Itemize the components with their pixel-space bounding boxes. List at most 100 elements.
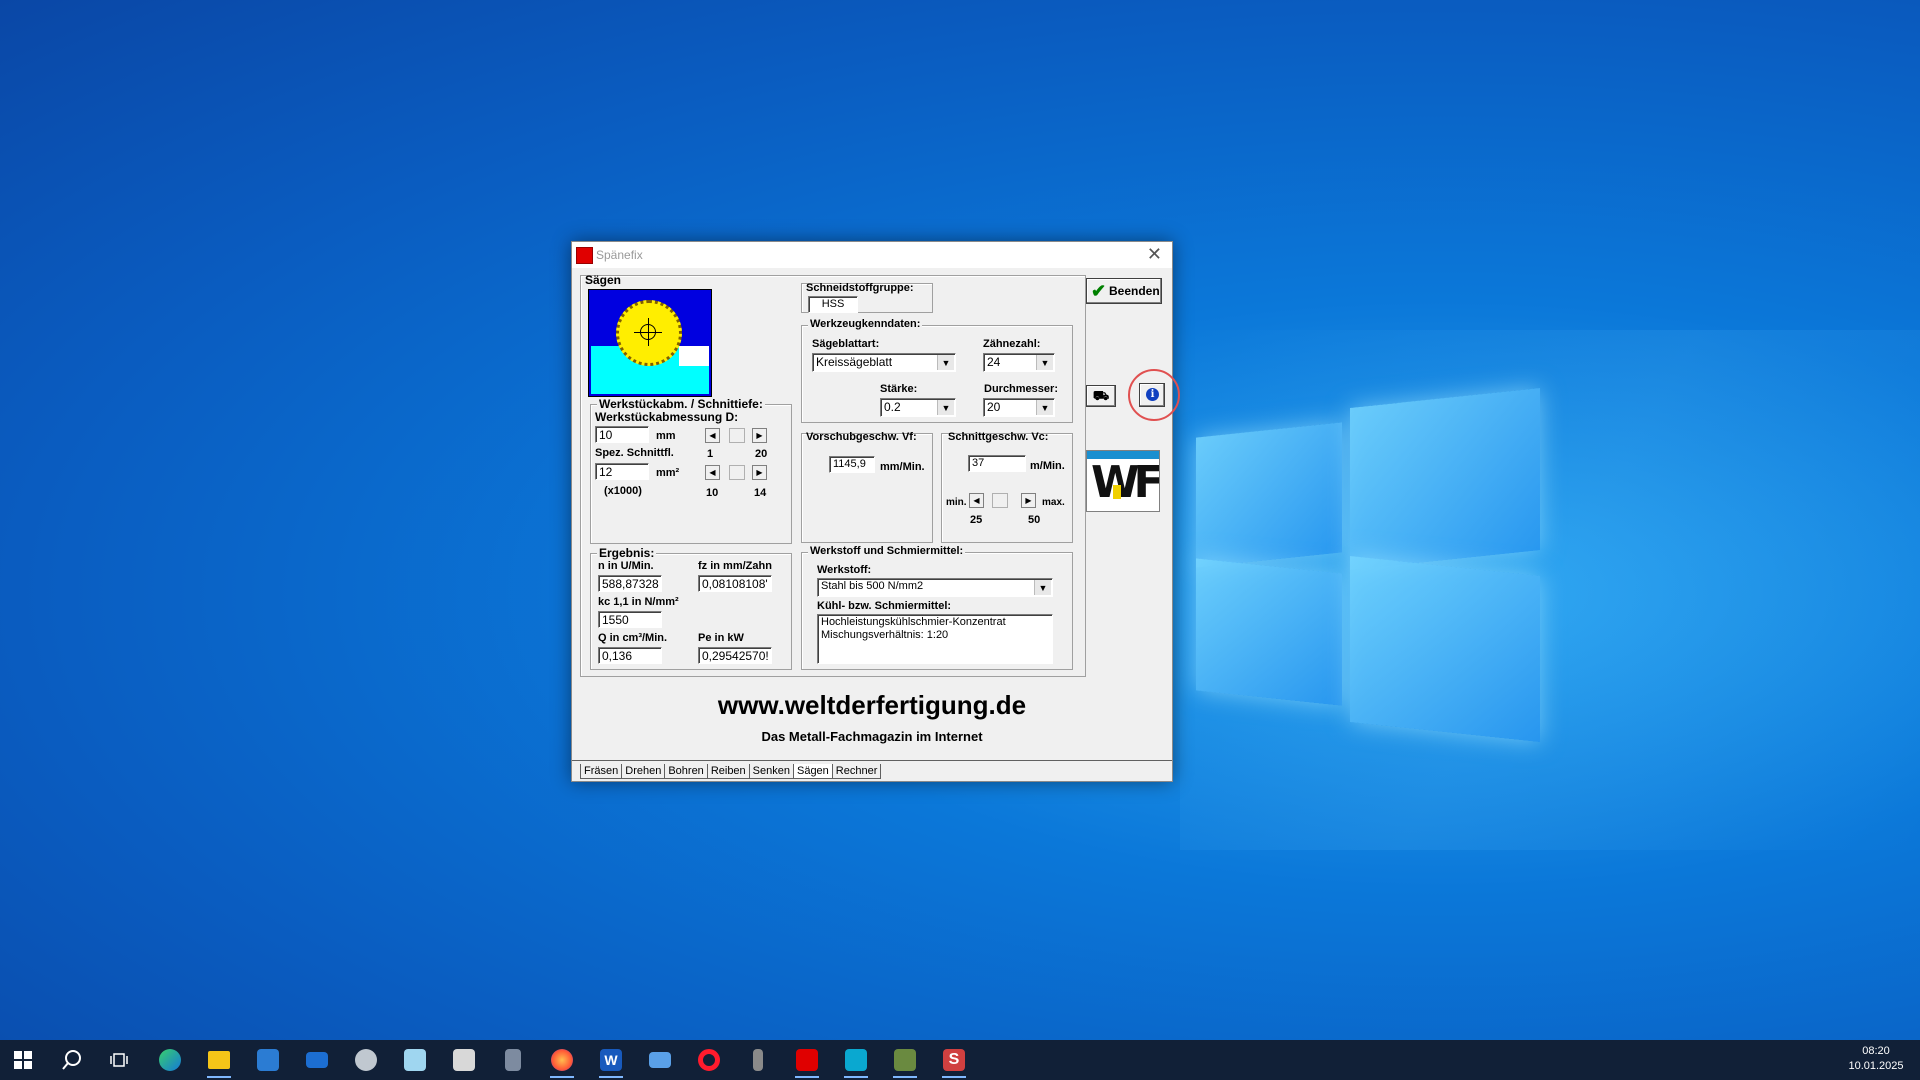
q-label: Q in cm³/Min. xyxy=(598,632,668,644)
staerke-dropdown[interactable]: 0.2 ▼ xyxy=(880,398,956,417)
scroll-left-icon[interactable]: ◀ xyxy=(969,493,984,508)
werkstoff-dropdown[interactable]: Stahl bis 500 N/mm2 ▼ xyxy=(817,578,1053,597)
photo-icon[interactable] xyxy=(888,1044,922,1078)
paint-icon[interactable] xyxy=(349,1044,383,1076)
zaehnezahl-dropdown[interactable]: 24 ▼ xyxy=(983,353,1055,372)
car-icon: ⛟ xyxy=(1092,388,1110,403)
pe-output: 0,29542570! xyxy=(698,647,772,664)
dim-max: 20 xyxy=(755,448,768,460)
dim-unit: mm xyxy=(656,430,676,442)
tab-senken[interactable]: Senken xyxy=(748,764,793,779)
scroll-left-icon[interactable]: ◀ xyxy=(705,428,720,443)
close-button[interactable]: ✕ xyxy=(1147,244,1162,265)
spez-input[interactable]: 12 xyxy=(595,463,649,480)
schneidstoff-label: Schneidstoffgruppe: xyxy=(806,282,914,294)
spez-min: 10 xyxy=(706,487,719,499)
word-icon[interactable]: W xyxy=(594,1044,628,1078)
schnitt-min-label: min. xyxy=(946,497,967,508)
schnitt-label: Schnittgeschw. Vc: xyxy=(948,431,1049,443)
scroll-right-icon[interactable]: ▶ xyxy=(752,465,767,480)
saegen-label: Sägen xyxy=(585,273,622,287)
brand-tagline: Das Metall-Fachmagazin im Internet xyxy=(761,729,983,744)
brand-url[interactable]: www.weltderfertigung.de xyxy=(572,690,1172,721)
beenden-button[interactable]: ✔ Beenden xyxy=(1086,278,1162,304)
kc-output: 1550 xyxy=(598,611,662,628)
scroll-left-icon[interactable]: ◀ xyxy=(705,465,720,480)
tab-bohren[interactable]: Bohren xyxy=(664,764,707,779)
schnitt-input[interactable]: 37 xyxy=(968,455,1026,472)
app-icon xyxy=(576,247,593,264)
title-bar[interactable]: Spänefix ✕ xyxy=(572,242,1172,268)
checkmark-icon: ✔ xyxy=(1091,281,1107,301)
saw-illustration xyxy=(588,289,712,397)
tab-saegen[interactable]: Sägen xyxy=(792,764,832,779)
spez-factor: (x1000) xyxy=(604,485,642,497)
n-label: n in U/Min. xyxy=(598,560,654,572)
chevron-down-icon[interactable]: ▼ xyxy=(937,355,954,370)
chevron-down-icon[interactable]: ▼ xyxy=(1036,400,1053,415)
folder-icon[interactable] xyxy=(643,1044,677,1076)
wf-logo: WF xyxy=(1086,450,1160,512)
clock[interactable]: 08:20 10.01.2025 xyxy=(1846,1044,1906,1074)
scroll-thumb[interactable] xyxy=(729,465,745,480)
q-output: 0,136 xyxy=(598,647,662,664)
zaehnezahl-label: Zähnezahl: xyxy=(983,338,1041,350)
mail-icon[interactable] xyxy=(300,1044,334,1076)
saegeblattart-dropdown[interactable]: Kreissägeblatt ▼ xyxy=(812,353,956,372)
scroll-thumb[interactable] xyxy=(992,493,1008,508)
start-icon[interactable] xyxy=(6,1044,40,1076)
tab-drehen[interactable]: Drehen xyxy=(621,764,665,779)
scroll-right-icon[interactable]: ▶ xyxy=(752,428,767,443)
dim-min: 1 xyxy=(707,448,714,460)
vorschub-unit: mm/Min. xyxy=(880,461,925,473)
opera-icon[interactable] xyxy=(692,1044,726,1076)
tab-rechner[interactable]: Rechner xyxy=(831,764,882,779)
tab-fraesen[interactable]: Fräsen xyxy=(580,764,622,779)
spez-max: 14 xyxy=(754,487,767,499)
tab-strip: Fräsen Drehen Bohren Reiben Senken Sägen Rechn… xyxy=(580,761,882,779)
usb-icon[interactable] xyxy=(741,1044,775,1076)
schnitt-max-value: 50 xyxy=(1028,514,1041,526)
scroll-thumb[interactable] xyxy=(729,428,745,443)
printer-icon[interactable] xyxy=(447,1044,481,1076)
search-icon[interactable] xyxy=(55,1044,89,1076)
schneidstoff-value[interactable]: HSS xyxy=(808,296,858,313)
vorschub-group xyxy=(801,433,933,543)
chevron-down-icon[interactable]: ▼ xyxy=(937,400,954,415)
scroll-right-icon[interactable]: ▶ xyxy=(1021,493,1036,508)
fz-label: fz in mm/Zahn xyxy=(698,560,772,572)
kuehl-label: Kühl- bzw. Schmiermittel: xyxy=(817,600,952,612)
durchmesser-dropdown[interactable]: 20 ▼ xyxy=(983,398,1055,417)
tab-reiben[interactable]: Reiben xyxy=(706,764,749,779)
task-view-icon[interactable] xyxy=(103,1044,137,1076)
highlight-ring xyxy=(1128,369,1180,421)
notepad-icon[interactable] xyxy=(398,1044,432,1076)
edge-icon[interactable] xyxy=(153,1044,187,1076)
dim-input[interactable]: 10 xyxy=(595,426,649,443)
spez-label: Spez. Schnittfl. xyxy=(595,447,674,459)
werkstoff-label: Werkstoff: xyxy=(817,564,872,576)
car-button[interactable]: ⛟ xyxy=(1086,385,1116,407)
vorschub-output: 1145,9 xyxy=(829,456,875,473)
schnitt-group xyxy=(941,433,1073,543)
file-explorer-icon[interactable] xyxy=(202,1044,236,1078)
firefox-icon[interactable] xyxy=(545,1044,579,1078)
red-s-app-icon[interactable]: S xyxy=(937,1044,971,1078)
calculator-icon[interactable] xyxy=(496,1044,530,1076)
n-output: 588,87328 xyxy=(598,575,662,592)
store-icon[interactable] xyxy=(251,1044,285,1076)
vorschub-label: Vorschubgeschw. Vf: xyxy=(806,431,917,443)
saegeblattart-label: Sägeblattart: xyxy=(812,338,880,350)
chevron-down-icon[interactable]: ▼ xyxy=(1036,355,1053,370)
dim-label: Werkstückabmessung D: xyxy=(595,410,739,424)
schnitt-min-value: 25 xyxy=(970,514,983,526)
staerke-label: Stärke: xyxy=(880,383,918,395)
chevron-down-icon[interactable]: ▼ xyxy=(1034,580,1051,595)
fz-output: 0,08108108' xyxy=(698,575,772,592)
kc-label: kc 1,1 in N/mm² xyxy=(598,596,679,608)
kuehl-textbox: Hochleistungskühlschmier-Konzentrat Misc… xyxy=(817,614,1053,664)
red-app-icon[interactable] xyxy=(790,1044,824,1078)
schnitt-max-label: max. xyxy=(1042,497,1065,508)
camera-icon[interactable] xyxy=(839,1044,873,1078)
pe-label: Pe in kW xyxy=(698,632,744,644)
